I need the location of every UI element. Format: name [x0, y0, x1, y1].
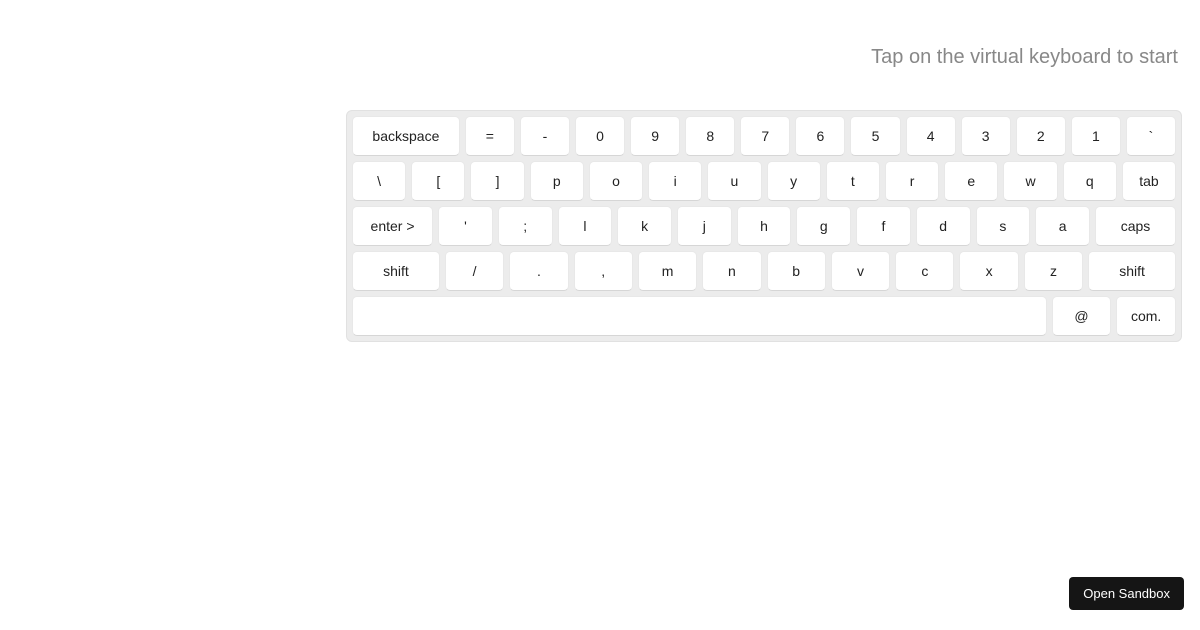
open-sandbox-button[interactable]: Open Sandbox — [1069, 577, 1184, 610]
key-space[interactable] — [352, 296, 1047, 336]
key-4[interactable]: 4 — [906, 116, 956, 156]
key-caps[interactable]: caps — [1095, 206, 1176, 246]
key-a[interactable]: a — [1035, 206, 1090, 246]
key-l[interactable]: l — [558, 206, 613, 246]
key-comma[interactable]: , — [574, 251, 633, 291]
key-c[interactable]: c — [895, 251, 954, 291]
key-2[interactable]: 2 — [1016, 116, 1066, 156]
key-backtick[interactable]: ` — [1126, 116, 1176, 156]
key-enter[interactable]: enter > — [352, 206, 433, 246]
key-backslash[interactable]: \ — [352, 161, 406, 201]
key-m[interactable]: m — [638, 251, 697, 291]
key-7[interactable]: 7 — [740, 116, 790, 156]
key-shift-right[interactable]: shift — [1088, 251, 1176, 291]
key-f[interactable]: f — [856, 206, 911, 246]
key-p[interactable]: p — [530, 161, 584, 201]
key-1[interactable]: 1 — [1071, 116, 1121, 156]
key-bracket-close[interactable]: ] — [470, 161, 524, 201]
key-e[interactable]: e — [944, 161, 998, 201]
key-9[interactable]: 9 — [630, 116, 680, 156]
keyboard-row-1: backspace = - 0 9 8 7 6 5 4 3 2 1 ` — [352, 116, 1176, 156]
key-3[interactable]: 3 — [961, 116, 1011, 156]
key-r[interactable]: r — [885, 161, 939, 201]
key-z[interactable]: z — [1024, 251, 1083, 291]
key-bracket-open[interactable]: [ — [411, 161, 465, 201]
key-n[interactable]: n — [702, 251, 761, 291]
keyboard-row-5: @ com. — [352, 296, 1176, 336]
key-w[interactable]: w — [1003, 161, 1057, 201]
key-6[interactable]: 6 — [795, 116, 845, 156]
instruction-text: Tap on the virtual keyboard to start — [871, 46, 1178, 69]
key-y[interactable]: y — [767, 161, 821, 201]
key-5[interactable]: 5 — [850, 116, 900, 156]
key-slash[interactable]: / — [445, 251, 504, 291]
key-g[interactable]: g — [796, 206, 851, 246]
keyboard-row-4: shift / . , m n b v c x z shift — [352, 251, 1176, 291]
key-backspace[interactable]: backspace — [352, 116, 460, 156]
key-x[interactable]: x — [959, 251, 1018, 291]
key-b[interactable]: b — [767, 251, 826, 291]
key-d[interactable]: d — [916, 206, 971, 246]
key-8[interactable]: 8 — [685, 116, 735, 156]
key-equals[interactable]: = — [465, 116, 515, 156]
key-semicolon[interactable]: ; — [498, 206, 553, 246]
key-period[interactable]: . — [509, 251, 568, 291]
key-o[interactable]: o — [589, 161, 643, 201]
key-j[interactable]: j — [677, 206, 732, 246]
keyboard-row-2: \ [ ] p o i u y t r e w q tab — [352, 161, 1176, 201]
key-q[interactable]: q — [1063, 161, 1117, 201]
key-u[interactable]: u — [707, 161, 761, 201]
key-h[interactable]: h — [737, 206, 792, 246]
key-t[interactable]: t — [826, 161, 880, 201]
key-v[interactable]: v — [831, 251, 890, 291]
key-apostrophe[interactable]: ' — [438, 206, 493, 246]
virtual-keyboard: backspace = - 0 9 8 7 6 5 4 3 2 1 ` \ [ … — [346, 110, 1182, 342]
key-s[interactable]: s — [976, 206, 1031, 246]
key-minus[interactable]: - — [520, 116, 570, 156]
key-k[interactable]: k — [617, 206, 672, 246]
key-0[interactable]: 0 — [575, 116, 625, 156]
key-com[interactable]: com. — [1116, 296, 1176, 336]
key-tab[interactable]: tab — [1122, 161, 1176, 201]
key-shift-left[interactable]: shift — [352, 251, 440, 291]
key-at[interactable]: @ — [1052, 296, 1112, 336]
key-i[interactable]: i — [648, 161, 702, 201]
keyboard-row-3: enter > ' ; l k j h g f d s a caps — [352, 206, 1176, 246]
